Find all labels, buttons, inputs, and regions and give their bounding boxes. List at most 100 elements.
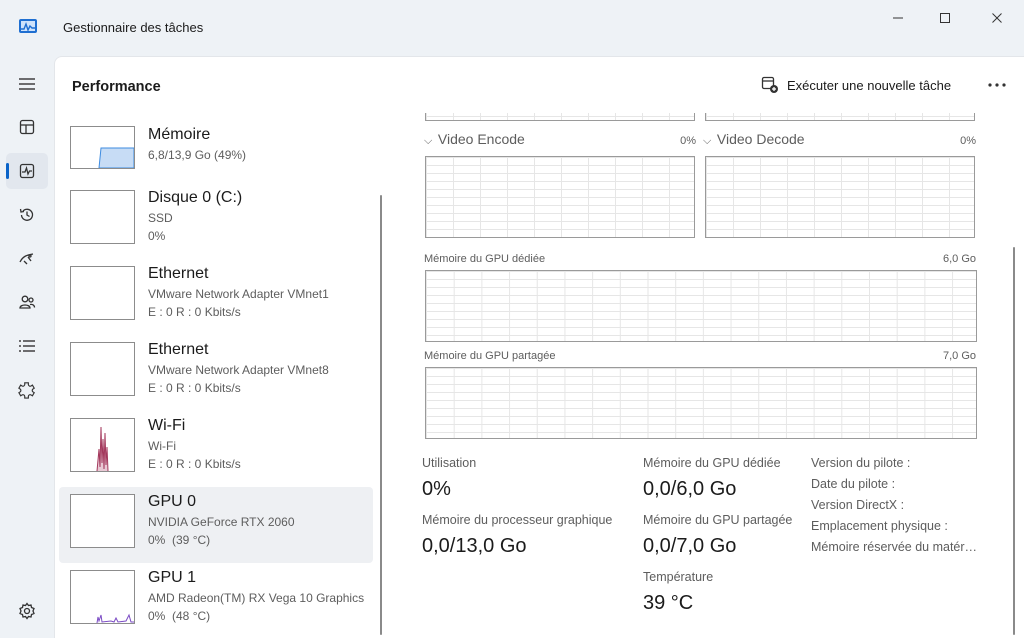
chevron-down-icon: ⌵ — [424, 135, 433, 147]
gpu-detail-panel: ⌵ Video Encode 0% ⌵ Video Decode 0% Mémo… — [391, 113, 1011, 638]
device-name: Wi-Fi — [148, 417, 186, 434]
device-usage: E : 0 R : 0 Kbits/s — [148, 305, 241, 319]
device-name: GPU 0 — [148, 493, 197, 510]
temperature-label: Température — [643, 570, 714, 584]
dedicated-memory-graph-label: Mémoire du GPU dédiée — [424, 253, 546, 265]
device-detail: VMware Network Adapter VMnet8 — [148, 363, 329, 377]
device-name: GPU 1 — [148, 569, 197, 586]
content-panel: Performance Exécuter une nouvelle tâche … — [54, 56, 1024, 638]
device-name: Disque 0 (C:) — [148, 189, 243, 206]
gpu1-thumbnail-graph — [70, 570, 135, 624]
device-item-gpu0[interactable]: GPU 0 NVIDIA GeForce RTX 2060 0% (39 °C) — [59, 487, 373, 563]
driver-version-label: Version du pilote : — [811, 456, 911, 470]
window-title: Gestionnaire des tâches — [63, 20, 204, 35]
device-usage: E : 0 R : 0 Kbits/s — [148, 381, 241, 395]
dedicated-memory-graph — [425, 270, 977, 342]
device-usage: E : 0 R : 0 Kbits/s — [148, 457, 241, 471]
gpu-engine-graph-top-left — [425, 113, 695, 121]
history-icon — [19, 208, 34, 221]
device-detail: 6,8/13,9 Go (49%) — [148, 148, 247, 162]
device-detail: Wi-Fi — [148, 439, 176, 453]
navigation-rail — [0, 56, 54, 638]
physical-location-label: Emplacement physique : — [811, 519, 948, 533]
disk-thumbnail-graph — [70, 190, 135, 244]
nav-services[interactable] — [6, 372, 48, 408]
device-detail: AMD Radeon(TM) RX Vega 10 Graphics — [148, 591, 365, 605]
video-decode-label: Video Decode — [716, 131, 805, 147]
wifi-thumbnail-graph — [70, 418, 135, 472]
device-item-disk[interactable]: Disque 0 (C:) SSD 0% — [59, 183, 373, 259]
run-new-task-label: Exécuter une nouvelle tâche — [787, 77, 952, 93]
device-name: Ethernet — [148, 265, 209, 282]
hamburger-icon — [19, 78, 35, 90]
performance-icon — [19, 163, 35, 179]
gpu-engine-graph-top-right — [705, 113, 975, 121]
ethernet-thumbnail-graph — [70, 266, 135, 320]
nav-processes[interactable] — [6, 109, 48, 145]
shared-memory-max: 7,0 Go — [942, 350, 976, 362]
video-encode-selector[interactable]: ⌵ Video Encode — [424, 131, 525, 148]
maximize-button[interactable] — [922, 8, 968, 28]
device-list-scrollbar[interactable] — [380, 195, 382, 635]
detail-panel-scrollbar[interactable] — [1013, 247, 1015, 635]
nav-performance[interactable] — [6, 153, 48, 189]
run-new-task-button[interactable]: Exécuter une nouvelle tâche — [761, 73, 951, 97]
gpu-processor-memory-value: 0,0/13,0 Go — [422, 535, 527, 557]
memory-thumbnail-graph — [70, 126, 135, 169]
video-decode-selector[interactable]: ⌵ Video Decode — [703, 131, 805, 148]
services-icon — [18, 382, 35, 399]
dedicated-memory-max: 6,0 Go — [942, 253, 976, 265]
nav-startup-apps[interactable] — [6, 241, 48, 277]
minimize-icon — [893, 17, 903, 19]
video-encode-label: Video Encode — [437, 131, 525, 147]
device-item-gpu1[interactable]: GPU 1 AMD Radeon(TM) RX Vega 10 Graphics… — [59, 563, 373, 638]
device-detail: NVIDIA GeForce RTX 2060 — [148, 515, 295, 529]
maximize-icon — [940, 13, 950, 23]
gpu-processor-memory-label: Mémoire du processeur graphique — [422, 513, 613, 527]
device-usage: 0% (48 °C) — [148, 609, 211, 623]
nav-details[interactable] — [6, 328, 48, 364]
video-encode-graph — [425, 156, 695, 238]
gpu0-thumbnail-graph — [70, 494, 135, 548]
temperature-value: 39 °C — [643, 592, 694, 614]
device-name: Mémoire — [148, 126, 211, 143]
details-icon — [19, 340, 35, 352]
nav-settings[interactable] — [6, 593, 48, 629]
shared-memory-label: Mémoire du GPU partagée — [643, 513, 793, 527]
video-decode-value: 0% — [960, 135, 976, 147]
minimize-button[interactable] — [875, 8, 921, 28]
device-item-ethernet-vmnet8[interactable]: Ethernet VMware Network Adapter VMnet8 E… — [59, 335, 373, 411]
device-detail: SSD — [148, 211, 173, 225]
startup-icon — [19, 253, 34, 265]
device-item-wifi[interactable]: Wi-Fi Wi-Fi E : 0 R : 0 Kbits/s — [59, 411, 373, 487]
device-detail: VMware Network Adapter VMnet1 — [148, 287, 329, 301]
device-usage: 0% — [148, 229, 166, 243]
nav-users[interactable] — [6, 284, 48, 320]
task-manager-logo-icon — [18, 18, 38, 36]
processes-icon — [19, 119, 35, 135]
device-item-ethernet-vmnet1[interactable]: Ethernet VMware Network Adapter VMnet1 E… — [59, 259, 373, 335]
title-bar: Gestionnaire des tâches — [0, 0, 1024, 56]
dedicated-memory-label: Mémoire du GPU dédiée — [643, 456, 781, 470]
utilisation-value: 0% — [422, 478, 451, 500]
dedicated-memory-value: 0,0/6,0 Go — [643, 478, 737, 500]
shared-memory-graph-label: Mémoire du GPU partagée — [424, 350, 556, 362]
video-decode-graph — [705, 156, 975, 238]
device-name: Ethernet — [148, 341, 209, 358]
device-item-memory[interactable]: Mémoire 6,8/13,9 Go (49%) — [59, 113, 373, 189]
driver-date-label: Date du pilote : — [811, 477, 896, 491]
device-list: Mémoire 6,8/13,9 Go (49%) Disque 0 (C:) … — [55, 113, 391, 638]
close-icon — [992, 13, 1002, 23]
more-icon — [988, 83, 1006, 87]
page-title: Performance — [72, 79, 161, 95]
more-options-button[interactable] — [985, 75, 1009, 95]
chevron-down-icon: ⌵ — [703, 135, 712, 147]
users-icon — [19, 295, 36, 309]
run-task-icon — [761, 76, 778, 93]
nav-app-history[interactable] — [6, 197, 48, 233]
reserved-memory-label: Mémoire réservée du matér… — [811, 540, 978, 554]
nav-menu-button[interactable] — [6, 66, 48, 102]
close-button[interactable] — [974, 8, 1020, 28]
directx-version-label: Version DirectX : — [811, 498, 905, 512]
device-usage: 0% (39 °C) — [148, 533, 211, 547]
